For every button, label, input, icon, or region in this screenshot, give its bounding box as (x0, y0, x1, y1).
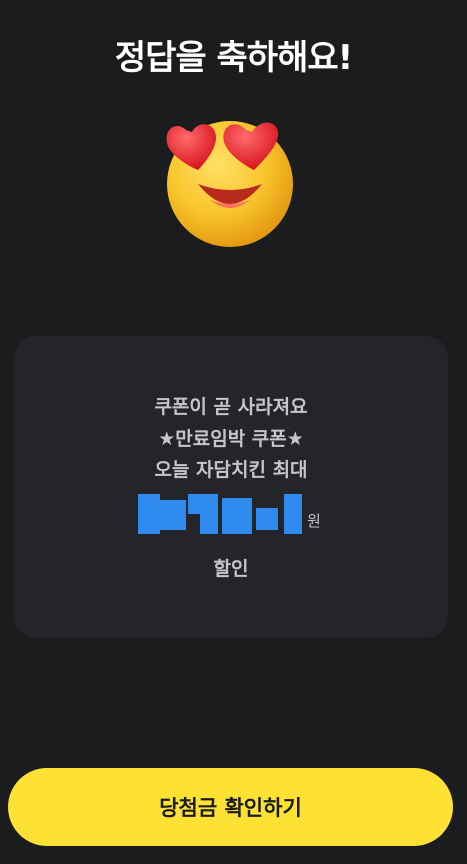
coupon-offer-text: 오늘 자담치킨 최대 (154, 459, 308, 481)
coupon-expiring-text: 쿠폰이 곧 사라져요 (154, 396, 308, 418)
coupon-urgent-text: ★만료임박 쿠폰★ (158, 428, 304, 450)
coupon-card: 쿠폰이 곧 사라져요 ★만료임박 쿠폰★ 오늘 자담치킨 최대 원 할인 (14, 336, 448, 638)
redacted-amount (138, 494, 302, 534)
page-title: 정답을 축하해요! (114, 38, 353, 78)
discount-amount: 원 (14, 488, 448, 538)
discount-label: 할인 (213, 558, 249, 580)
currency-label: 원 (307, 512, 321, 530)
heart-eyes-smiley-icon (158, 112, 306, 248)
check-prize-button[interactable]: 당첨금 확인하기 (8, 768, 453, 846)
